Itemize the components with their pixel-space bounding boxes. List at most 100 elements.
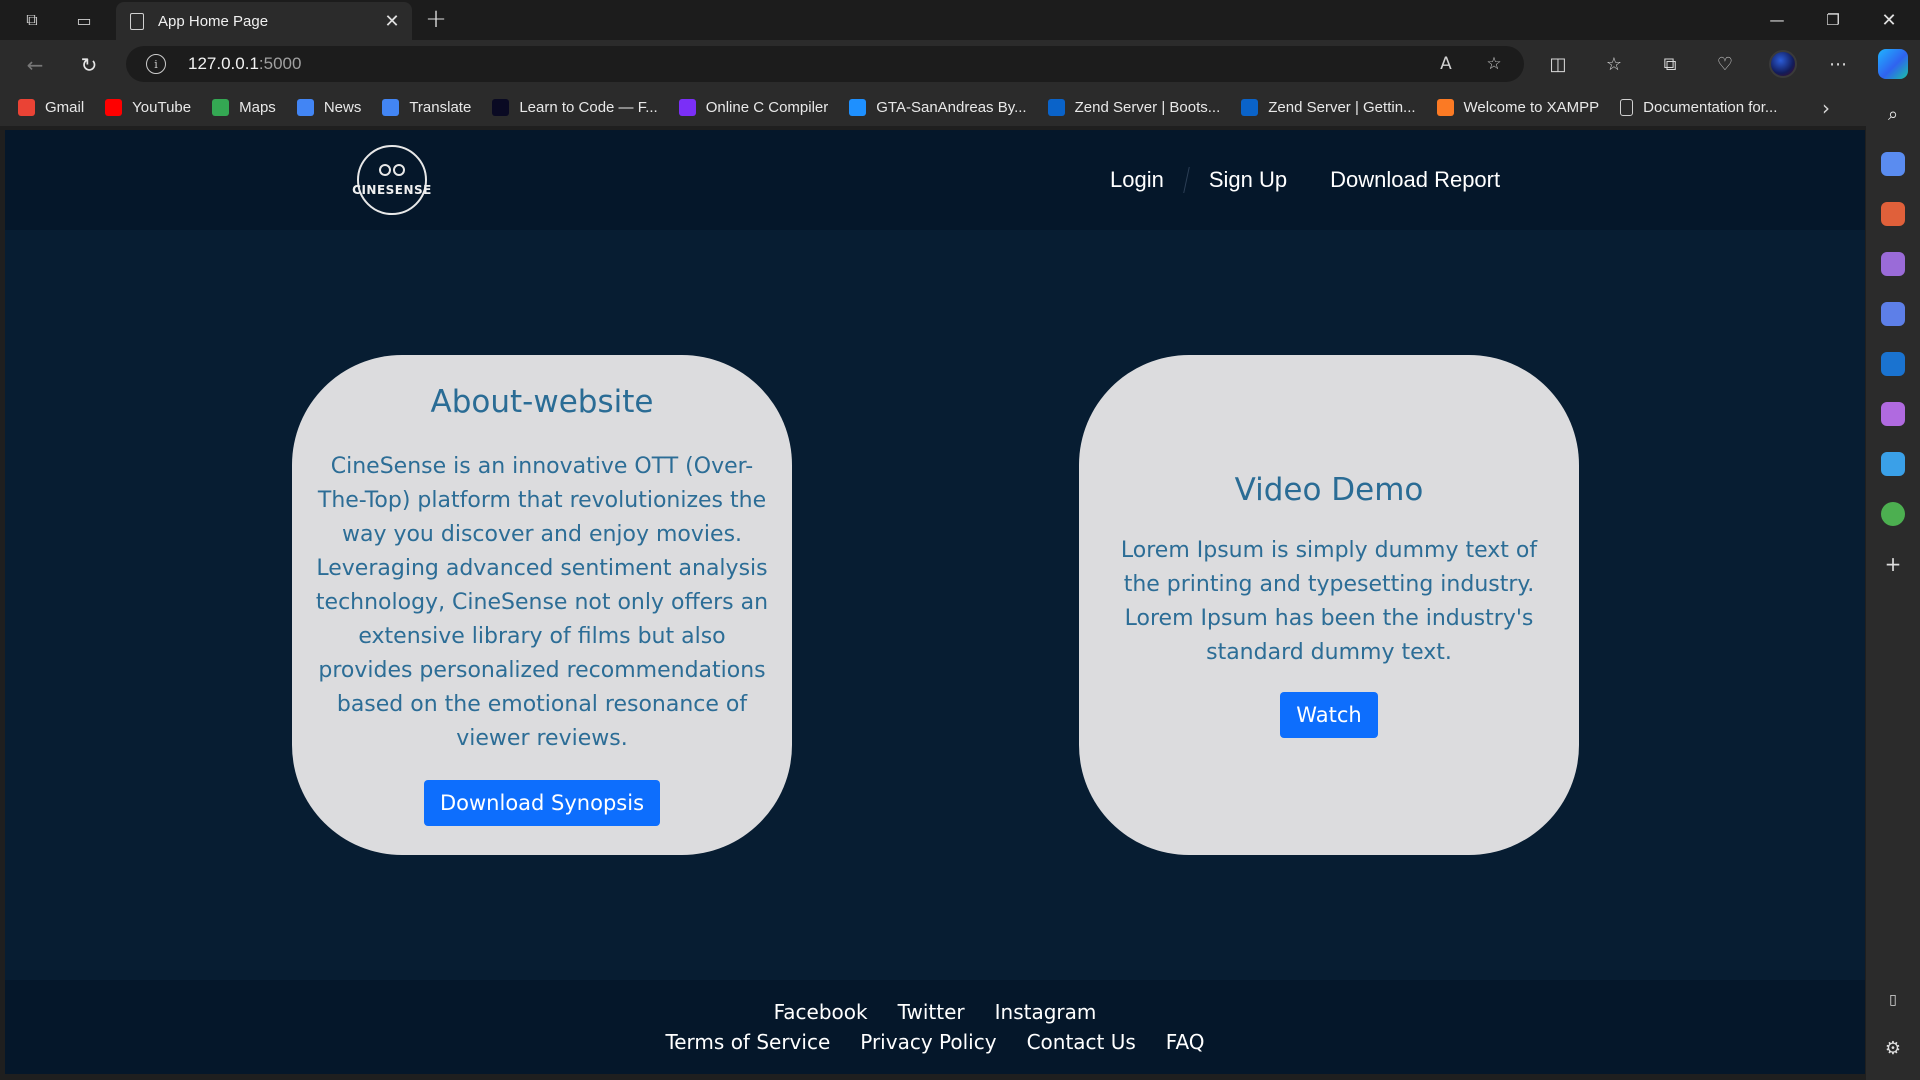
bookmark-item[interactable]: Learn to Code — F... [492,98,658,116]
tab-title: App Home Page [158,12,269,30]
url-text: 127.0.0.1:5000 [188,54,302,73]
nav-divider [1183,167,1190,193]
site-info-icon[interactable]: i [146,54,166,74]
new-tab-icon[interactable]: + [422,4,450,34]
address-toolbar: ← ↻ i 127.0.0.1:5000 A ☆ ◫ ☆ ⧉ ♡ ⋯ [0,40,1920,88]
designer-icon[interactable] [1881,402,1905,426]
signup-link[interactable]: Sign Up [1209,167,1287,193]
bookmark-item[interactable]: Translate [382,98,472,116]
tree-icon[interactable] [1881,502,1905,526]
page-icon [130,12,144,30]
footer-faq-link[interactable]: FAQ [1166,1030,1205,1054]
bookmark-label: Welcome to XAMPP [1463,98,1600,116]
footer-instagram-link[interactable]: Instagram [995,1000,1097,1024]
youtube-icon [105,98,123,116]
favorite-star-icon[interactable]: ☆ [1482,52,1506,76]
about-website-card: About-website CineSense is an innovative… [292,355,792,855]
footer-privacy-link[interactable]: Privacy Policy [860,1030,996,1054]
games-icon[interactable] [1881,252,1905,276]
tab-app-home-page[interactable]: App Home Page ✕ [116,2,412,40]
hide-sidebar-icon[interactable]: ▯ [1881,988,1905,1012]
profile-avatar[interactable] [1769,50,1797,78]
download-report-link[interactable]: Download Report [1330,167,1500,193]
login-link[interactable]: Login [1110,167,1164,193]
news-icon [296,98,314,116]
collections-icon[interactable]: ⧉ [1656,50,1684,78]
watch-button[interactable]: Watch [1280,692,1378,738]
edge-sidebar: ⌕ + ▯ ⚙ [1866,88,1920,1080]
about-card-title: About-website [430,384,654,420]
bookmark-label: Documentation for... [1643,98,1778,116]
bookmark-item[interactable]: Welcome to XAMPP [1436,98,1600,116]
zend-icon [1241,98,1259,116]
footer-links-row: Terms of Service Privacy Policy Contact … [665,1030,1204,1054]
tab-actions-icon[interactable]: ▭ [72,8,96,32]
add-sidebar-app-icon[interactable]: + [1881,552,1905,576]
xampp-icon [1436,98,1454,116]
read-aloud-icon[interactable]: A [1434,52,1458,76]
split-screen-icon[interactable]: ◫ [1544,50,1572,78]
minimize-icon[interactable]: — [1749,0,1805,40]
site-footer: Facebook Twitter Instagram Terms of Serv… [5,980,1865,1074]
download-synopsis-button[interactable]: Download Synopsis [423,780,661,826]
outlook-icon[interactable] [1881,352,1905,376]
video-demo-card: Video Demo Lorem Ipsum is simply dummy t… [1079,355,1579,855]
cinesense-logo[interactable]: CINESENSE [352,145,431,215]
site-header: CINESENSE Login Sign Up Download Report [5,130,1865,230]
restore-icon[interactable]: ❐ [1805,0,1861,40]
copilot-icon[interactable] [1878,49,1908,79]
browser-tab-bar: ⧉ ▭ App Home Page ✕ + — ❐ ✕ [0,0,1920,40]
drop-icon[interactable] [1881,452,1905,476]
bookmarks-overflow-icon[interactable]: › [1822,96,1830,120]
bookmark-item[interactable]: Zend Server | Gettin... [1241,98,1416,116]
search-icon[interactable]: ⌕ [1881,102,1905,126]
document-icon [1620,98,1634,116]
refresh-icon[interactable]: ↻ [74,50,104,80]
footer-social-row: Facebook Twitter Instagram [774,1000,1097,1024]
bookmark-label: Translate [409,98,472,116]
bookmark-label: Gmail [45,98,85,116]
gmail-icon [18,98,35,116]
bookmark-item[interactable]: Online C Compiler [678,98,829,116]
video-card-title: Video Demo [1234,472,1424,508]
page-viewport: CINESENSE Login Sign Up Download Report … [5,130,1865,1074]
bookmark-item[interactable]: News [296,98,362,116]
close-tab-icon[interactable]: ✕ [380,9,404,33]
workspaces-icon[interactable]: ⧉ [20,8,44,32]
more-options-icon[interactable]: ⋯ [1824,50,1852,78]
maps-icon [212,98,230,116]
sidebar-settings-icon[interactable]: ⚙ [1881,1036,1905,1060]
compiler-icon [678,98,696,116]
tools-icon[interactable] [1881,202,1905,226]
logo-text: CINESENSE [352,182,432,197]
footer-twitter-link[interactable]: Twitter [898,1000,965,1024]
bookmark-label: YouTube [132,98,192,116]
bookmark-label: News [323,98,362,116]
bookmark-label: Zend Server | Boots... [1074,98,1221,116]
back-icon[interactable]: ← [20,50,50,80]
bookmark-label: Maps [239,98,276,116]
shopping-tag-icon[interactable] [1881,152,1905,176]
bookmark-label: Online C Compiler [705,98,829,116]
bookmark-label: Learn to Code — F... [519,98,658,116]
bookmark-item[interactable]: Gmail [18,98,85,116]
freecodecamp-icon [492,98,510,116]
footer-facebook-link[interactable]: Facebook [774,1000,868,1024]
about-card-body: CineSense is an innovative OTT (Over-The… [315,454,769,751]
favorites-icon[interactable]: ☆ [1600,50,1628,78]
browser-essentials-icon[interactable]: ♡ [1711,50,1739,78]
footer-contact-link[interactable]: Contact Us [1027,1030,1136,1054]
bookmark-item[interactable]: YouTube [105,98,192,116]
main-nav: Login Sign Up Download Report [1110,160,1500,200]
video-card-body: Lorem Ipsum is simply dummy text of the … [1120,538,1538,665]
bookmark-item[interactable]: Zend Server | Boots... [1047,98,1221,116]
close-window-icon[interactable]: ✕ [1861,0,1917,40]
bookmark-label: GTA-SanAndreas By... [876,98,1027,116]
footer-terms-link[interactable]: Terms of Service [665,1030,830,1054]
microsoft-365-icon[interactable] [1881,302,1905,326]
bookmark-item[interactable]: Documentation for... [1620,98,1778,116]
address-bar[interactable]: i 127.0.0.1:5000 A ☆ [126,46,1524,82]
bookmark-item[interactable]: Maps [212,98,276,116]
bookmark-item[interactable]: GTA-SanAndreas By... [849,98,1027,116]
zend-icon [1047,98,1065,116]
